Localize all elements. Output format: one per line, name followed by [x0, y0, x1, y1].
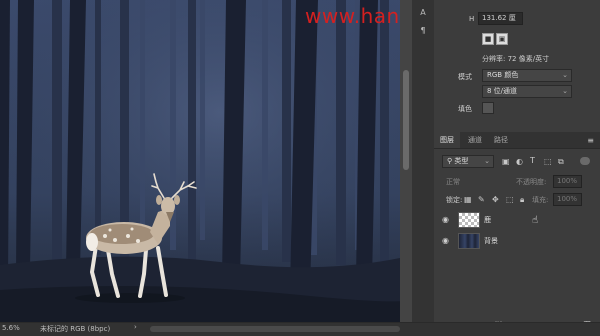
lock-label: 锁定: [446, 196, 463, 204]
chevron-down-icon: ⌄ [562, 71, 568, 79]
bit-depth-select[interactable]: 8 位/通道 ⌄ [482, 85, 572, 98]
lock-artboard-icon[interactable]: ⬚ [506, 195, 514, 204]
mode-label: 模式 [458, 73, 472, 81]
pixel-layer-filter-icon[interactable]: ▣ [502, 157, 510, 166]
panel-icon-strip: A ¶ [412, 0, 435, 322]
fill-color-label: 填色 [458, 105, 472, 113]
canvas-horizontal-scrollbar[interactable] [150, 326, 400, 332]
status-bar: 5.6% 未标记的 RGB (8bpc) › [0, 322, 600, 336]
tab-channels[interactable]: 通道 [462, 132, 488, 148]
height-input[interactable]: 131.62 厘 [478, 12, 523, 25]
panel-menu-icon[interactable]: ≡ [587, 136, 594, 145]
smart-object-filter-icon[interactable]: ⧉ [558, 157, 564, 167]
layer-row-deer[interactable]: ◉ 鹿 ☝ [434, 210, 600, 230]
adjustment-layer-filter-icon[interactable]: ◐ [516, 157, 523, 166]
color-mode-value: RGB 颜色 [487, 71, 519, 79]
zoom-level[interactable]: 5.6% [2, 324, 20, 332]
layers-panel-tabs: 图层 通道 路径 ≡ [434, 132, 600, 149]
lock-move-icon[interactable]: ✥ [492, 195, 499, 204]
type-layer-filter-icon[interactable]: T [530, 156, 535, 165]
tab-layers[interactable]: 图层 [434, 132, 460, 148]
height-label: H [469, 15, 475, 23]
layer-filter-select[interactable]: ⚲ 类型 ⌄ [442, 155, 494, 168]
blend-mode-select[interactable]: 正常 [446, 177, 460, 187]
shape-layer-filter-icon[interactable]: ⬚ [544, 157, 552, 166]
watermark-text: www.hanxiaoyan.com [305, 4, 400, 28]
bit-depth-value: 8 位/通道 [487, 87, 518, 95]
eye-icon[interactable]: ◉ [442, 236, 452, 246]
character-panel-icon[interactable]: A [418, 8, 428, 18]
layer-thumbnail-forest [458, 233, 480, 249]
document-icon[interactable]: ■ [482, 33, 494, 45]
layer-row-background[interactable]: ◉ 背景 [434, 231, 600, 251]
layer-thumbnail-transparent [458, 212, 480, 228]
image-icon[interactable]: ▣ [496, 33, 508, 45]
opacity-label: 不透明度: [516, 178, 547, 186]
eye-icon[interactable]: ◉ [442, 215, 452, 225]
chevron-down-icon: ⌄ [562, 87, 568, 95]
document-info: 未标记的 RGB (8bpc) [40, 325, 111, 333]
lock-transparent-icon[interactable]: ▦ [464, 195, 472, 204]
tab-paths[interactable]: 路径 [488, 132, 514, 148]
filter-toggle[interactable] [580, 157, 590, 165]
layer-name: 背景 [484, 237, 498, 245]
forest-deer-image [0, 0, 400, 322]
lock-brush-icon[interactable]: ✎ [478, 195, 485, 204]
resolution-label: 分辨率: 72 像素/英寸 [482, 55, 550, 63]
color-mode-select[interactable]: RGB 颜色 ⌄ [482, 69, 572, 82]
chevron-down-icon: ⌄ [484, 157, 490, 165]
lock-all-icon[interactable]: 🔒︎ [520, 195, 524, 205]
layer-name: 鹿 [484, 216, 491, 224]
fill-label: 填充: [532, 196, 549, 204]
fill-input[interactable]: 100% [553, 193, 582, 206]
chevron-right-icon[interactable]: › [134, 323, 137, 331]
paragraph-panel-icon[interactable]: ¶ [418, 26, 428, 36]
canvas-vertical-scrollbar[interactable] [400, 0, 412, 322]
opacity-input[interactable]: 100% [553, 175, 582, 188]
right-panel: H 131.62 厘 ■ ▣ 分辨率: 72 像素/英寸 模式 RGB 颜色 ⌄… [434, 0, 600, 330]
scrollbar-thumb[interactable] [403, 70, 409, 170]
filter-kind-value: 类型 [454, 157, 469, 165]
fill-swatch[interactable] [482, 102, 494, 114]
hand-cursor-icon: ☝ [532, 215, 539, 226]
document-canvas[interactable]: www.hanxiaoyan.com [0, 0, 400, 322]
